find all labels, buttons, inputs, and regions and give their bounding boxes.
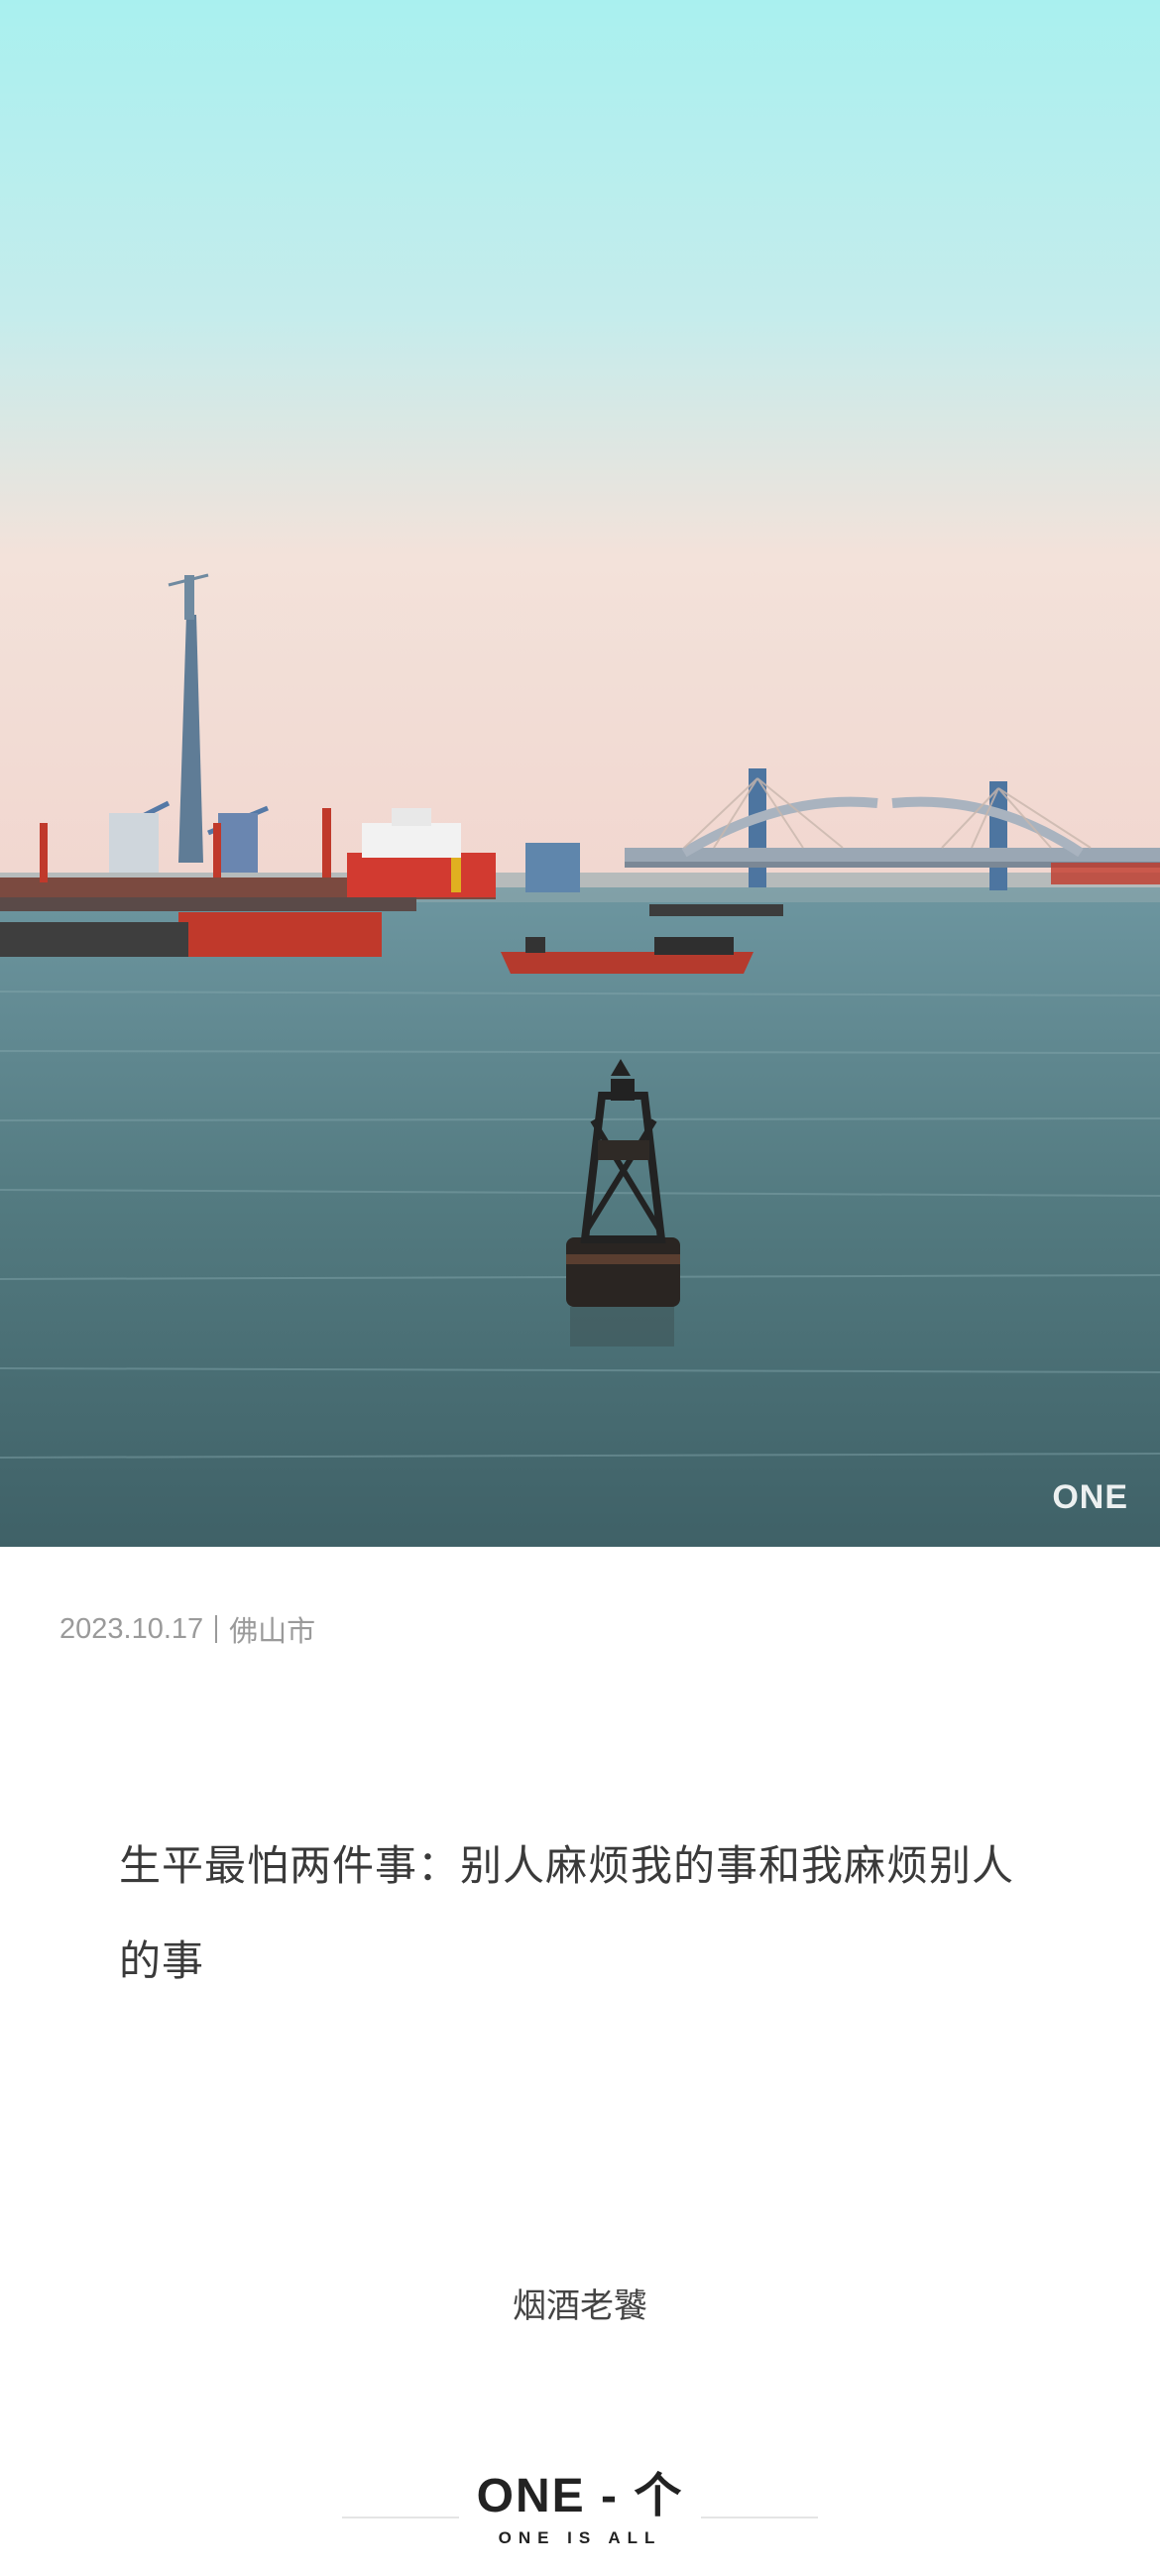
hero-photo: ONE	[0, 0, 1160, 1547]
date-text: 2023.10.17	[59, 1612, 204, 1645]
location-text: 佛山市	[229, 1616, 316, 1648]
photo-watermark: ONE	[1052, 1478, 1128, 1516]
brand-tagline: ONE IS ALL	[498, 2528, 662, 2547]
meta-divider	[215, 1615, 218, 1643]
author-name: 烟酒老饕	[513, 2286, 647, 2326]
date-location-line: 2023.10.17 佛山市	[59, 1608, 315, 1650]
quote-text: 生平最怕两件事：别人麻烦我的事和我麻烦别人的事	[119, 1841, 1015, 1985]
river-harbor-image	[0, 0, 1160, 1547]
brand: ONE - 个 ONE IS ALL	[0, 2469, 1160, 2548]
brand-logo: ONE - 个	[476, 2470, 684, 2522]
footer-brand: ONE - 个 ONE IS ALL	[0, 2469, 1160, 2558]
